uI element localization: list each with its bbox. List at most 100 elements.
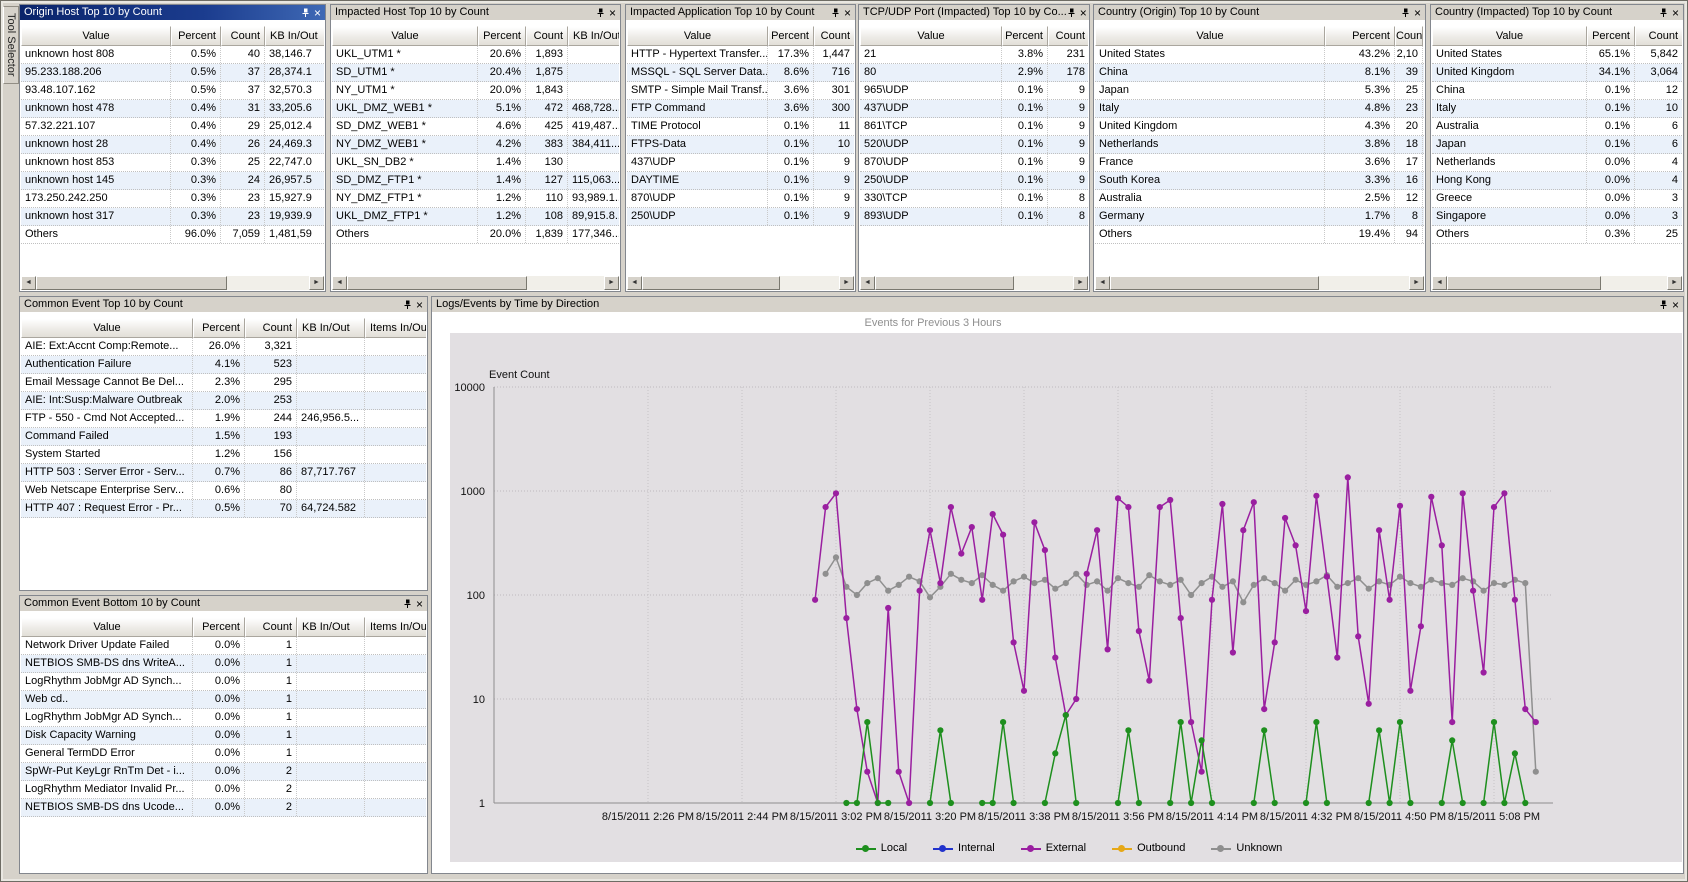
column-header[interactable]: Percent <box>768 26 814 46</box>
table-row[interactable]: Authentication Failure4.1%523 <box>21 356 426 374</box>
table-row[interactable]: Web cd..0.0%1 <box>21 691 426 709</box>
pin-icon[interactable] <box>1067 8 1076 18</box>
panel-titlebar[interactable]: Country (Impacted) Top 10 by Count × <box>1431 5 1683 20</box>
column-header[interactable]: Value <box>860 26 1002 46</box>
close-icon[interactable]: × <box>1672 7 1679 19</box>
panel-titlebar[interactable]: Origin Host Top 10 by Count × <box>20 5 325 20</box>
table-row[interactable]: FTP Command3.6%300 <box>627 100 854 118</box>
pin-icon[interactable] <box>403 599 412 609</box>
horizontal-scrollbar[interactable]: ◄ ► <box>1432 276 1682 290</box>
close-icon[interactable]: × <box>1080 7 1087 19</box>
table-row[interactable]: NY_DMZ_WEB1 *4.2%383384,411... <box>332 136 619 154</box>
close-icon[interactable]: × <box>1672 299 1679 311</box>
scrollbar-thumb[interactable] <box>36 276 227 290</box>
table-row[interactable]: 893\UDP0.1%8 <box>860 208 1088 226</box>
table-row[interactable]: Singapore0.0%3 <box>1432 208 1682 226</box>
table-row[interactable]: SpWr-Put KeyLgr RnTm Det - i...0.0%2 <box>21 763 426 781</box>
pin-icon[interactable] <box>831 8 840 18</box>
table-row[interactable]: LogRhythm JobMgr AD Synch...0.0%1 <box>21 673 426 691</box>
close-icon[interactable]: × <box>314 7 321 19</box>
column-header[interactable]: Percent <box>478 26 526 46</box>
table-row[interactable]: FTPS-Data0.1%10 <box>627 136 854 154</box>
column-header[interactable]: Percent <box>1325 26 1395 46</box>
scroll-left-button[interactable]: ◄ <box>21 276 36 290</box>
column-header[interactable]: Percent <box>171 26 221 46</box>
table-row[interactable]: unknown host 3170.3%2319,939.9 <box>21 208 324 226</box>
column-header[interactable]: Value <box>627 26 768 46</box>
column-header[interactable]: KB In/Out <box>265 26 324 46</box>
horizontal-scrollbar[interactable]: ◄ ► <box>21 276 324 290</box>
close-icon[interactable]: × <box>1414 7 1421 19</box>
scroll-right-button[interactable]: ► <box>839 276 854 290</box>
table-row[interactable]: 870\UDP0.1%9 <box>860 154 1088 172</box>
table-row[interactable]: Netherlands3.8%18 <box>1095 136 1424 154</box>
scroll-left-button[interactable]: ◄ <box>627 276 642 290</box>
table-row[interactable]: Disk Capacity Warning0.0%1 <box>21 727 426 745</box>
horizontal-scrollbar[interactable]: ◄ ► <box>627 276 854 290</box>
table-row[interactable]: Others20.0%1,839177,346... <box>332 226 619 244</box>
column-header[interactable]: Percent <box>193 617 245 637</box>
column-header[interactable]: Value <box>332 26 478 46</box>
column-header[interactable]: Items In/Out <box>365 318 426 338</box>
scroll-right-button[interactable]: ► <box>604 276 619 290</box>
table-row[interactable]: UKL_DMZ_FTP1 *1.2%10889,915.8... <box>332 208 619 226</box>
table-row[interactable]: UKL_UTM1 *20.6%1,893 <box>332 46 619 64</box>
horizontal-scrollbar[interactable]: ◄ ► <box>860 276 1088 290</box>
column-header[interactable]: Value <box>21 318 193 338</box>
table-row[interactable]: FTP - 550 - Cmd Not Accepted...1.9%24424… <box>21 410 426 428</box>
legend-item-internal[interactable]: Internal <box>933 842 995 854</box>
column-header[interactable]: Percent <box>1587 26 1635 46</box>
scrollbar-track[interactable] <box>875 276 1073 290</box>
table-row[interactable]: UKL_SN_DB2 *1.4%130 <box>332 154 619 172</box>
scrollbar-thumb[interactable] <box>875 276 1014 290</box>
table-row[interactable]: Email Message Cannot Be Del...2.3%295 <box>21 374 426 392</box>
table-row[interactable]: LogRhythm Mediator Invalid Pr...0.0%2 <box>21 781 426 799</box>
scrollbar-track[interactable] <box>347 276 604 290</box>
scrollbar-track[interactable] <box>36 276 309 290</box>
column-header[interactable]: Count <box>245 318 297 338</box>
table-row[interactable]: 213.8%231 <box>860 46 1088 64</box>
close-icon[interactable]: × <box>844 7 851 19</box>
table-row[interactable]: SD_UTM1 *20.4%1,875 <box>332 64 619 82</box>
column-header[interactable]: Count <box>1635 26 1682 46</box>
table-row[interactable]: China8.1%39 <box>1095 64 1424 82</box>
table-row[interactable]: 93.48.107.1620.5%3732,570.3 <box>21 82 324 100</box>
table-row[interactable]: Hong Kong0.0%4 <box>1432 172 1682 190</box>
table-row[interactable]: SMTP - Simple Mail Transf...3.6%301 <box>627 82 854 100</box>
table-row[interactable]: Command Failed1.5%193 <box>21 428 426 446</box>
scroll-right-button[interactable]: ► <box>1073 276 1088 290</box>
panel-titlebar[interactable]: Country (Origin) Top 10 by Count × <box>1094 5 1425 20</box>
table-row[interactable]: United Kingdom4.3%20 <box>1095 118 1424 136</box>
legend-item-outbound[interactable]: Outbound <box>1112 842 1185 854</box>
scroll-right-button[interactable]: ► <box>1667 276 1682 290</box>
column-header[interactable]: Count <box>221 26 265 46</box>
table-row[interactable]: unknown host 4780.4%3133,205.6 <box>21 100 324 118</box>
panel-titlebar[interactable]: Impacted Host Top 10 by Count × <box>331 5 620 20</box>
table-row[interactable]: 95.233.188.2060.5%3728,374.1 <box>21 64 324 82</box>
column-header[interactable]: Count <box>526 26 568 46</box>
column-header[interactable]: KB In/Out <box>297 318 365 338</box>
table-row[interactable]: MSSQL - SQL Server Data...8.6%716 <box>627 64 854 82</box>
legend-item-external[interactable]: External <box>1021 842 1086 854</box>
table-row[interactable]: AIE: Int:Susp:Malware Outbreak2.0%253 <box>21 392 426 410</box>
column-header[interactable]: Value <box>1432 26 1587 46</box>
table-row[interactable]: unknown host 8530.3%2522,747.0 <box>21 154 324 172</box>
table-row[interactable]: NETBIOS SMB-DS dns Ucode...0.0%2 <box>21 799 426 817</box>
table-row[interactable]: 861\TCP0.1%9 <box>860 118 1088 136</box>
legend-item-local[interactable]: Local <box>856 842 907 854</box>
table-row[interactable]: Australia0.1%6 <box>1432 118 1682 136</box>
table-row[interactable]: unknown host 1450.3%2426,957.5 <box>21 172 324 190</box>
table-row[interactable]: Germany1.7%8 <box>1095 208 1424 226</box>
table-row[interactable]: 250\UDP0.1%9 <box>627 208 854 226</box>
table-row[interactable]: unknown host 280.4%2624,469.3 <box>21 136 324 154</box>
pin-icon[interactable] <box>1401 8 1410 18</box>
panel-titlebar[interactable]: Impacted Application Top 10 by Count × <box>626 5 855 20</box>
table-row[interactable]: NY_DMZ_FTP1 *1.2%11093,989.1... <box>332 190 619 208</box>
table-row[interactable]: 437\UDP0.1%9 <box>627 154 854 172</box>
pin-icon[interactable] <box>596 8 605 18</box>
scrollbar-thumb[interactable] <box>642 276 780 290</box>
close-icon[interactable]: × <box>416 598 423 610</box>
panel-titlebar[interactable]: Common Event Bottom 10 by Count × <box>20 596 427 611</box>
table-row[interactable]: LogRhythm JobMgr AD Synch...0.0%1 <box>21 709 426 727</box>
table-row[interactable]: United States43.2%2,10 <box>1095 46 1424 64</box>
